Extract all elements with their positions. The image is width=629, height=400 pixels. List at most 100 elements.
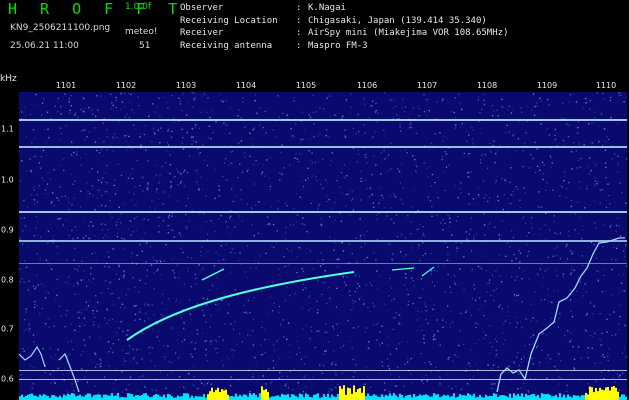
noise-speck	[230, 271, 232, 273]
noise-speck	[593, 185, 595, 187]
burst-bar	[265, 389, 267, 400]
noise-speck	[539, 268, 541, 270]
noise-speck	[493, 277, 495, 279]
noise-speck	[375, 109, 377, 112]
noise-speck	[548, 104, 550, 106]
noise-speck	[562, 140, 565, 142]
noise-speck	[459, 126, 462, 128]
noise-speck	[343, 177, 345, 179]
noise-speck	[26, 170, 29, 172]
noise-speck	[104, 191, 106, 193]
noise-speck	[130, 360, 132, 362]
noise-speck	[293, 97, 295, 99]
noise-speck	[116, 235, 118, 238]
noise-speck	[477, 323, 479, 325]
noise-speck	[525, 389, 527, 391]
noise-speck	[77, 311, 79, 314]
noise-speck	[363, 98, 365, 100]
noise-speck	[159, 180, 161, 183]
noise-speck	[177, 343, 179, 345]
noise-speck	[329, 236, 331, 238]
noise-speck	[459, 103, 462, 105]
noise-speck	[312, 268, 314, 270]
noise-speck	[146, 269, 148, 271]
baseline-bar	[305, 393, 307, 400]
noise-speck	[87, 305, 90, 307]
noise-speck	[193, 140, 195, 142]
noise-speck	[21, 385, 23, 387]
baseline-bar	[283, 394, 285, 400]
noise-speck	[286, 114, 288, 116]
noise-speck	[527, 106, 529, 108]
noise-speck	[520, 361, 522, 363]
noise-speck	[91, 168, 93, 170]
baseline-bar	[129, 393, 131, 400]
baseline-bar	[183, 393, 185, 400]
noise-speck	[397, 366, 399, 368]
noise-speck	[429, 165, 431, 168]
noise-speck	[296, 340, 298, 343]
noise-speck	[199, 380, 201, 382]
noise-speck	[78, 317, 80, 319]
noise-speck	[214, 230, 216, 232]
baseline-bar	[95, 394, 97, 400]
noise-speck	[151, 347, 154, 349]
noise-speck	[381, 325, 383, 327]
noise-speck	[203, 312, 205, 314]
noise-speck	[177, 357, 180, 359]
noise-speck	[24, 260, 26, 262]
noise-speck	[323, 365, 325, 367]
noise-speck	[366, 230, 368, 233]
noise-speck	[423, 362, 426, 364]
noise-speck	[351, 347, 353, 349]
noise-speck	[374, 131, 377, 133]
noise-speck	[571, 268, 573, 271]
noise-speck	[570, 200, 573, 202]
noise-speck	[33, 186, 36, 188]
noise-speck	[346, 175, 348, 177]
burst-bar	[341, 388, 343, 400]
noise-speck	[22, 230, 24, 232]
noise-speck	[542, 178, 544, 181]
noise-speck	[82, 129, 84, 131]
noise-speck	[80, 108, 82, 111]
noise-speck	[407, 304, 409, 306]
noise-speck	[537, 205, 539, 207]
noise-speck	[70, 173, 73, 176]
noise-speck	[577, 143, 580, 146]
noise-speck	[45, 154, 47, 157]
noise-speck	[403, 111, 405, 113]
noise-speck	[491, 346, 494, 348]
noise-speck	[262, 375, 264, 377]
noise-speck	[305, 356, 307, 358]
noise-speck	[331, 221, 334, 223]
noise-speck	[423, 162, 425, 164]
noise-speck	[448, 356, 450, 359]
station-info: Observer: K.Nagai Receiving Location: Chig…	[180, 2, 508, 52]
noise-speck	[71, 340, 73, 342]
noise-speck	[487, 364, 489, 366]
baseline-bar	[291, 394, 293, 400]
noise-speck	[25, 328, 28, 330]
noise-speck	[24, 114, 27, 117]
noise-speck	[376, 121, 378, 123]
noise-speck	[113, 383, 115, 385]
noise-speck	[150, 360, 152, 362]
noise-speck	[278, 116, 280, 118]
noise-speck	[433, 285, 436, 287]
noise-speck	[100, 362, 102, 365]
noise-speck	[426, 99, 428, 101]
noise-speck	[399, 321, 401, 323]
noise-speck	[298, 247, 300, 249]
noise-speck	[560, 185, 562, 187]
noise-speck	[352, 307, 354, 309]
baseline-bar	[549, 394, 551, 400]
noise-speck	[516, 322, 519, 324]
noise-speck	[301, 180, 303, 182]
noise-speck	[437, 177, 439, 179]
noise-speck	[540, 299, 543, 302]
noise-speck	[74, 247, 76, 250]
noise-speck	[539, 361, 541, 364]
baseline-bar	[399, 393, 401, 400]
noise-speck	[314, 346, 316, 349]
